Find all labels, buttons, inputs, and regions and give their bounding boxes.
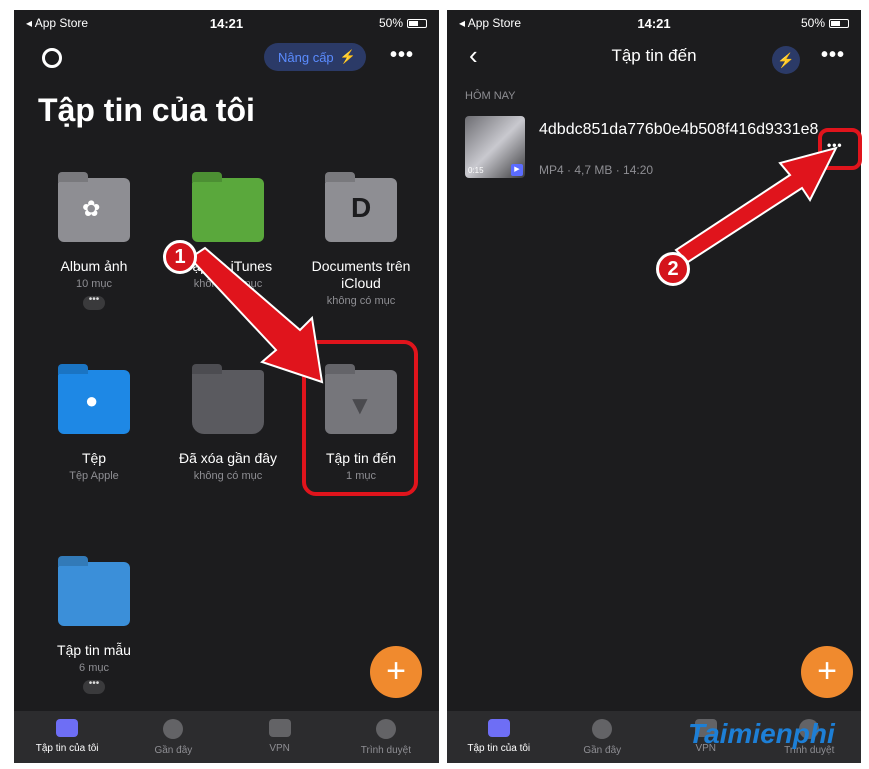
folder-count: không có mục [193,278,263,290]
documents-folder-icon: D [325,178,397,242]
battery-percent: 50% [800,16,825,30]
tab-label: Tập tin của tôi [467,743,531,754]
itunes-folder-icon [192,178,264,242]
upgrade-label: Nâng cấp [278,49,334,65]
folder-name: Tệp [81,450,107,466]
trash-icon [192,370,264,434]
tab-bar: Tập tin của tôi Gần đây VPN Trình duyệt [14,711,439,763]
video-duration: 0:15 [468,166,484,175]
bolt-icon[interactable]: ⚡ [772,46,800,74]
folder-count: Tệp Apple [69,470,119,482]
folder-files[interactable]: ● Tệp Tệp Apple [34,370,154,482]
folder-more-button[interactable]: ••• [83,295,105,310]
folder-name: Documents trên iCloud [311,258,411,291]
folder-count: 10 mục [75,278,113,290]
more-menu-icon[interactable]: ••• [390,44,414,67]
tab-label: VPN [269,743,290,754]
folder-name: Đã xóa gần đây [178,450,278,466]
file-meta: MP4 · 4,7 MB · 14:20 [539,163,654,177]
step-2-badge: 2 [656,252,690,286]
highlight-more-button [818,128,862,170]
clock: 14:21 [637,16,671,31]
battery-percent: 50% [378,16,403,30]
section-header: HÔM NAY [465,90,516,102]
upgrade-button[interactable]: Nâng cấp ⚡ [264,43,366,71]
bolt-icon: ⚡ [339,49,356,64]
right-screen: ◂ App Store 14:21 50% ‹ Tập tin đến ⚡ ••… [447,10,861,763]
battery-icon [829,18,849,28]
clock-icon [163,719,184,739]
folder-itunes[interactable]: Tập tin iTunes không có mục [168,178,288,290]
tab-label: Gần đây [583,745,622,756]
folder-icloud-documents[interactable]: D Documents trên iCloud không có mục [301,178,421,307]
photos-folder-icon: ✿ [58,178,130,242]
folder-name: Album ảnh [60,258,128,274]
status-bar: ◂ App Store 14:21 50% [447,10,861,36]
shield-icon [268,719,291,737]
folder-count: 6 mục [79,662,109,674]
folder-album[interactable]: ✿ Album ảnh 10 mục ••• [34,178,154,310]
folder-count: không có mục [326,295,396,307]
folder-recently-deleted[interactable]: Đã xóa gần đây không có mục [168,370,288,482]
folder-icon [56,719,79,737]
add-button[interactable]: + [801,646,853,698]
folder-count: không có mục [193,470,263,482]
highlight-incoming-folder [302,340,418,496]
step-1-badge: 1 [163,240,197,274]
sample-folder-icon [58,562,130,626]
tab-recent[interactable]: Gần đây [120,711,226,763]
play-icon: ▶ [511,164,523,176]
folder-samples[interactable]: Tập tin mẫu 6 mục ••• [34,562,154,694]
settings-gear-icon[interactable] [42,48,62,68]
battery-icon [407,18,427,28]
add-button[interactable]: + [370,646,422,698]
page-title: Tập tin của tôi [38,92,255,128]
watermark: Taimienphi [688,718,835,749]
tab-my-files[interactable]: Tập tin của tôi [447,711,551,763]
more-menu-icon[interactable]: ••• [821,44,845,67]
folder-name: Tập tin mẫu [57,642,131,658]
tab-label: Trình duyệt [360,745,411,756]
battery: 50% [801,16,849,30]
status-bar: ◂ App Store 14:21 50% [14,10,439,36]
folder-more-button[interactable]: ••• [83,679,105,694]
clock-icon [592,719,613,739]
tab-label: Gần đây [154,745,193,756]
tab-label: Tập tin của tôi [35,743,99,754]
apple-folder-icon: ● [58,370,130,434]
battery: 50% [379,16,427,30]
folder-icon [487,719,510,737]
tab-recent[interactable]: Gần đây [551,711,655,763]
file-name[interactable]: 4dbdc851da776b0e4b508f416d9331e8 [539,120,819,140]
clock: 14:21 [209,16,244,31]
tab-my-files[interactable]: Tập tin của tôi [14,711,120,763]
tab-browser[interactable]: Trình duyệt [333,711,439,763]
compass-icon [375,719,396,739]
tab-vpn[interactable]: VPN [227,711,333,763]
video-thumbnail[interactable]: 0:15 ▶ [465,116,525,178]
